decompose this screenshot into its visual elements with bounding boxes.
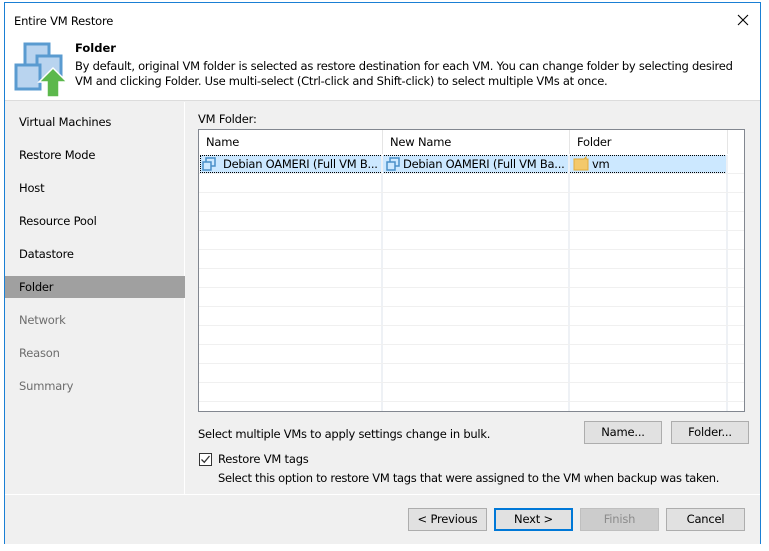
empty-cell <box>383 174 570 192</box>
empty-cell <box>383 212 570 230</box>
wizard-steps: Virtual Machines Restore Mode Host Resou… <box>5 102 185 494</box>
step-host[interactable]: Host <box>5 177 185 199</box>
folder-button[interactable]: Folder... <box>671 421 749 444</box>
cell-folder: vm <box>570 155 728 173</box>
grid-header: Name New Name Folder <box>199 130 744 154</box>
empty-grid-row <box>199 174 744 193</box>
step-summary: Summary <box>19 379 74 393</box>
empty-cell <box>570 402 728 411</box>
empty-cell <box>199 250 383 268</box>
empty-cell <box>199 231 383 249</box>
step-network: Network <box>19 313 66 327</box>
step-datastore[interactable]: Datastore <box>5 243 185 265</box>
empty-grid-row <box>199 269 744 288</box>
empty-cell <box>570 345 728 363</box>
close-button[interactable] <box>732 9 754 31</box>
empty-cell <box>383 345 570 363</box>
vm-icon <box>386 157 400 171</box>
empty-cell <box>570 250 728 268</box>
restore-vm-tags-label[interactable]: Restore VM tags <box>218 452 309 466</box>
empty-cell <box>570 383 728 401</box>
empty-grid-row <box>199 326 744 345</box>
title-bar: Entire VM Restore <box>5 3 760 37</box>
empty-cell <box>570 326 728 344</box>
empty-grid-row <box>199 250 744 269</box>
empty-cell <box>199 307 383 325</box>
step-virtual-machines[interactable]: Virtual Machines <box>5 111 185 133</box>
vm-restore-icon <box>14 42 67 97</box>
empty-cell <box>570 364 728 382</box>
empty-grid-row <box>199 307 744 326</box>
empty-grid-row <box>199 402 744 411</box>
empty-grid-row <box>199 383 744 402</box>
column-new-name[interactable]: New Name <box>383 130 570 154</box>
vm-folder-grid[interactable]: Name New Name Folder Debian OAMERI (Full… <box>198 129 745 412</box>
empty-cell <box>199 193 383 211</box>
empty-cell <box>383 383 570 401</box>
empty-cell <box>383 326 570 344</box>
empty-cell <box>199 364 383 382</box>
name-button[interactable]: Name... <box>584 421 662 444</box>
empty-cell <box>570 231 728 249</box>
empty-cell <box>570 193 728 211</box>
wizard-header: Folder By default, original VM folder is… <box>5 37 760 101</box>
empty-cell <box>383 231 570 249</box>
step-title: Folder <box>75 41 116 55</box>
restore-vm-tags-description: Select this option to restore VM tags th… <box>218 471 720 485</box>
checkmark-icon <box>201 455 211 464</box>
empty-cell <box>383 364 570 382</box>
wizard-footer: < Previous Next > Finish Cancel <box>5 494 760 544</box>
empty-cell <box>199 326 383 344</box>
empty-cell <box>570 212 728 230</box>
cell-new-name: Debian OAMERI (Full VM Ba... <box>383 155 570 173</box>
column-name[interactable]: Name <box>199 130 383 154</box>
empty-cell <box>383 402 570 411</box>
empty-cell <box>570 307 728 325</box>
empty-cell <box>199 383 383 401</box>
empty-cell <box>570 269 728 287</box>
empty-grid-row <box>199 193 744 212</box>
empty-cell <box>383 250 570 268</box>
empty-grid-row <box>199 288 744 307</box>
empty-cell <box>570 174 728 192</box>
empty-grid-row <box>199 231 744 250</box>
vm-folder-label: VM Folder: <box>198 112 257 126</box>
empty-cell <box>199 269 383 287</box>
empty-cell <box>570 288 728 306</box>
close-icon <box>737 14 749 26</box>
empty-grid-row <box>199 364 744 383</box>
step-description: By default, original VM folder is select… <box>75 59 733 88</box>
empty-cell <box>199 288 383 306</box>
finish-button: Finish <box>580 508 659 531</box>
empty-cell <box>383 193 570 211</box>
table-row[interactable]: Debian OAMERI (Full VM B... Debian OAMER… <box>199 155 744 174</box>
restore-vm-tags-checkbox[interactable] <box>199 453 212 466</box>
column-folder[interactable]: Folder <box>570 130 728 154</box>
empty-cell <box>383 269 570 287</box>
folder-icon <box>573 156 589 171</box>
step-restore-mode[interactable]: Restore Mode <box>5 144 185 166</box>
bulk-hint: Select multiple VMs to apply settings ch… <box>198 427 491 441</box>
empty-cell <box>383 307 570 325</box>
cancel-button[interactable]: Cancel <box>666 508 745 531</box>
step-content: VM Folder: Name New Name Folder Debian O… <box>186 102 761 494</box>
step-reason: Reason <box>19 346 60 360</box>
empty-cell <box>199 402 383 411</box>
next-button[interactable]: Next > <box>494 508 573 531</box>
entire-vm-restore-dialog: Entire VM Restore Folder By default, ori… <box>4 2 761 544</box>
step-folder[interactable]: Folder <box>5 276 185 298</box>
empty-cell <box>199 345 383 363</box>
window-title: Entire VM Restore <box>14 14 114 28</box>
vm-icon <box>202 157 216 171</box>
previous-button[interactable]: < Previous <box>408 508 487 531</box>
empty-cell <box>383 288 570 306</box>
empty-grid-row <box>199 345 744 364</box>
step-resource-pool[interactable]: Resource Pool <box>5 210 185 232</box>
empty-cell <box>199 212 383 230</box>
empty-grid-row <box>199 212 744 231</box>
cell-name: Debian OAMERI (Full VM B... <box>199 155 383 173</box>
empty-cell <box>199 174 383 192</box>
